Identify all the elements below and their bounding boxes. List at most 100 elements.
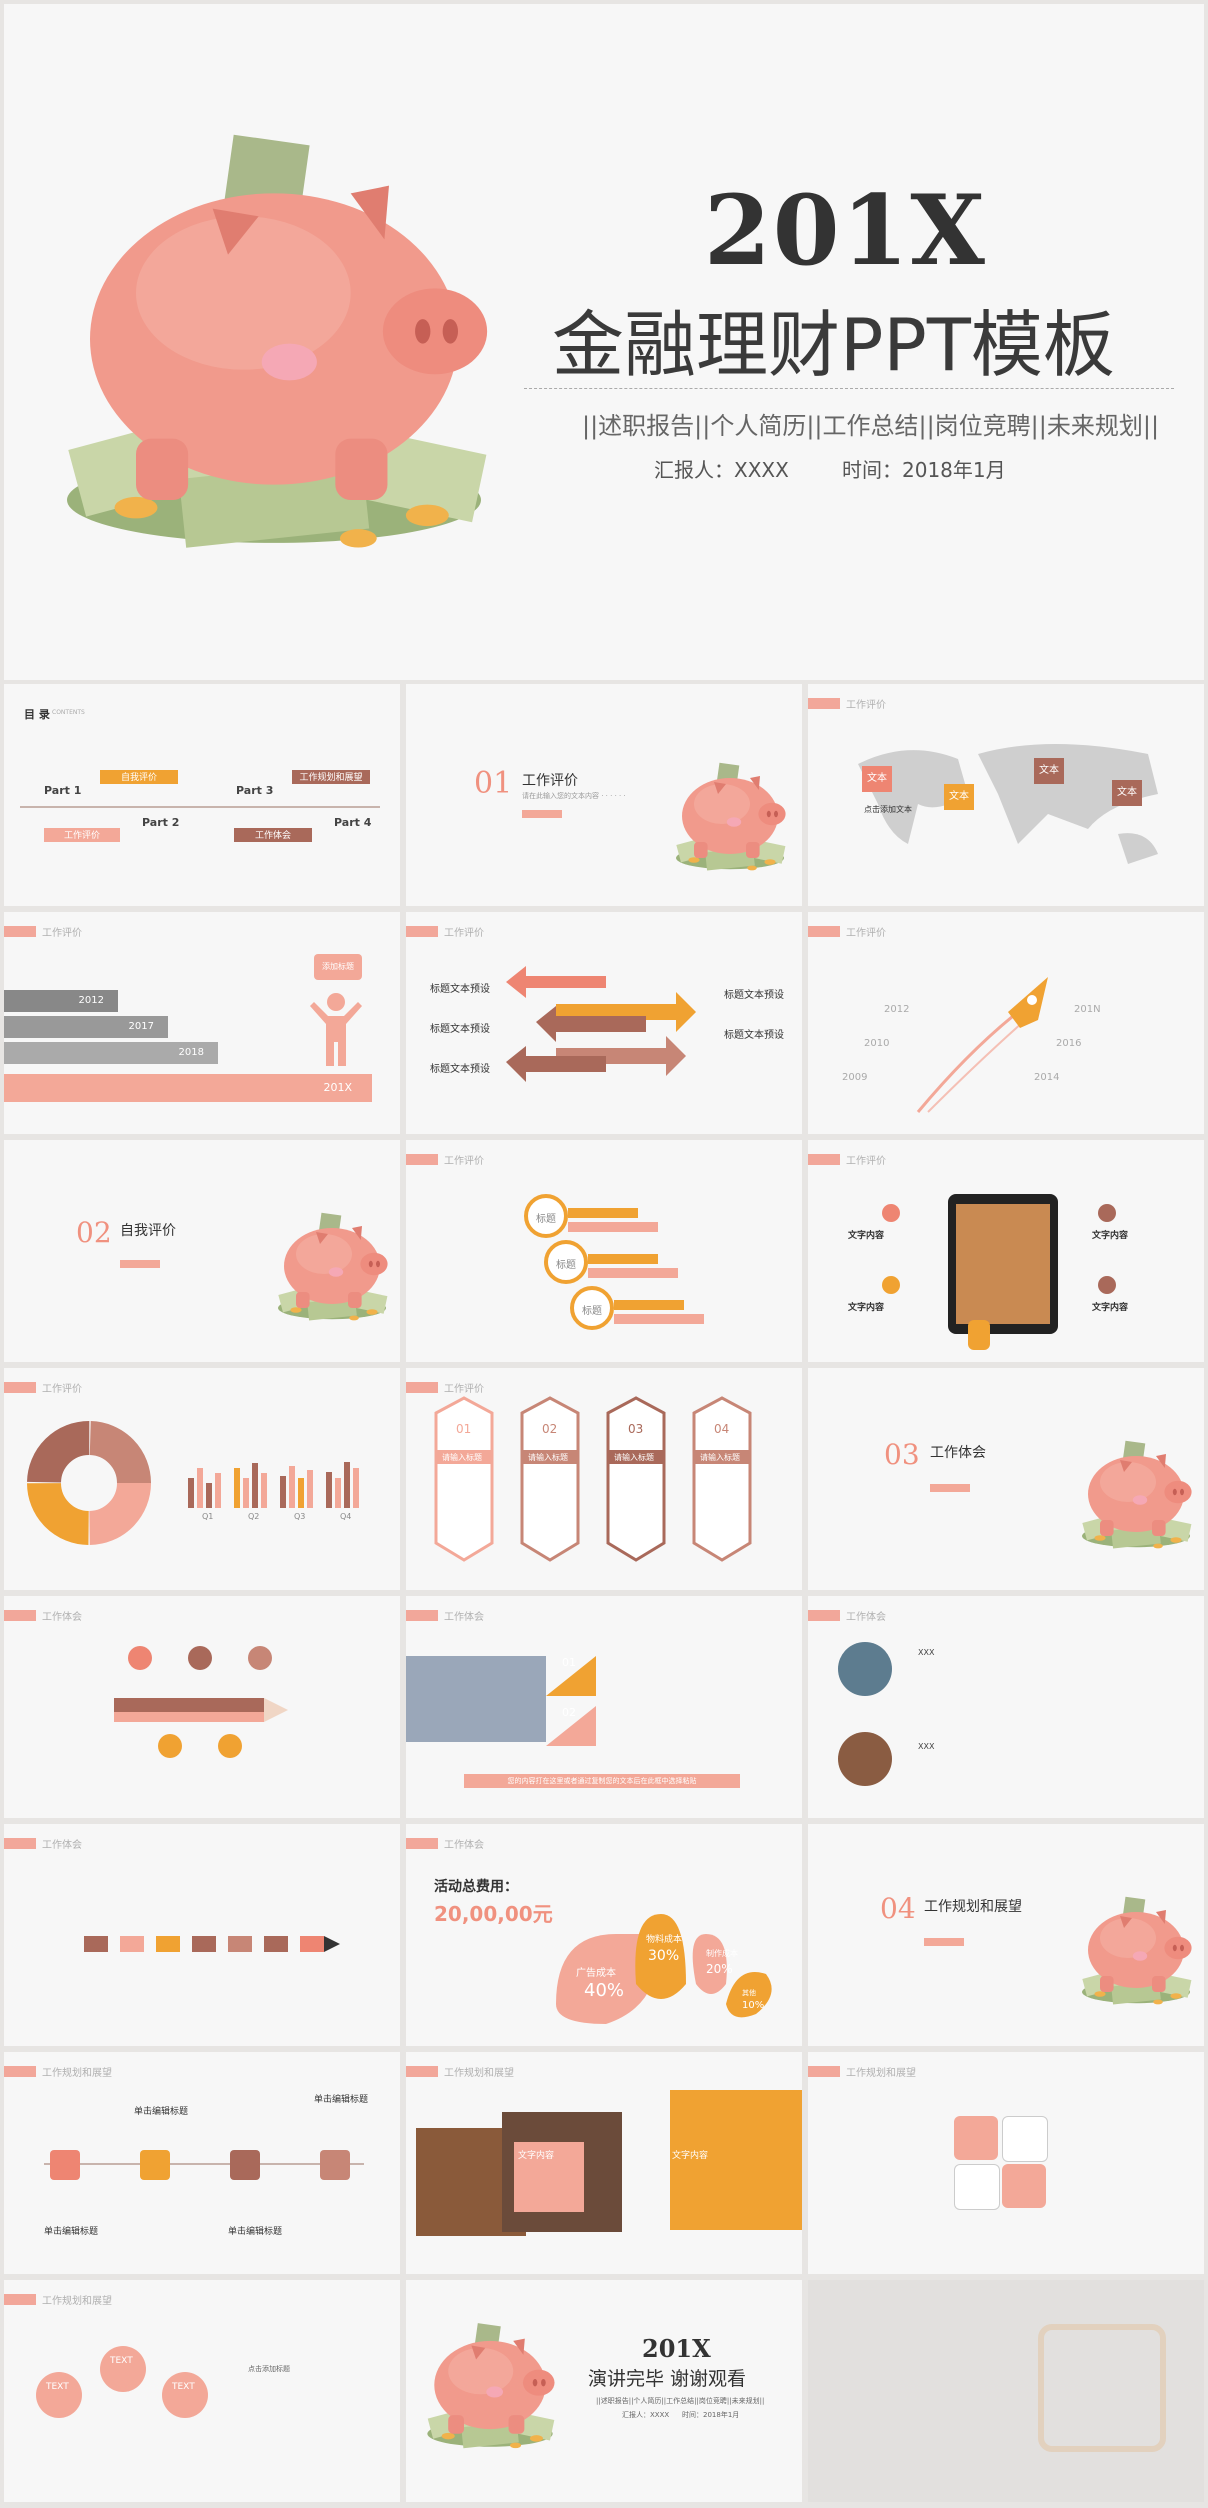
slide-tag	[808, 698, 840, 709]
cost-title: 活动总费用：	[434, 1879, 518, 1895]
toc-part-1: Part 1	[44, 784, 82, 797]
slide-tag-label: 工作体会	[444, 1840, 484, 1851]
cost-breakdown-slide[interactable]: 工作体会 活动总费用： 20,00,00元 广告成本 40% 物料成本 30% …	[406, 1824, 802, 2046]
slide-tag	[4, 1838, 36, 1849]
rocket-slide[interactable]: 工作评价 2012 2010 2009 2016 2014 201N	[808, 912, 1204, 1134]
year-bar-2012: 2012	[4, 990, 118, 1012]
photo-banner: 您的内容打在这里或者通过复制您的文本后在此框中选择粘贴	[464, 1774, 740, 1788]
rocket-year-3: 2009	[842, 1072, 868, 1083]
puzzle-piece	[954, 2116, 998, 2160]
blocks-slide[interactable]: 工作体会	[4, 1824, 400, 2046]
map-label-1: 文本	[862, 766, 892, 792]
slide-tag-label: 工作体会	[42, 1612, 82, 1623]
watermark-logo	[1038, 2324, 1166, 2452]
section-01-slide[interactable]: 01 工作评价 请在此输入您的文本内容 · · · · · ·	[406, 684, 802, 906]
user-icon[interactable]	[320, 2150, 350, 2180]
segment-name-2: 物料成本	[646, 1935, 683, 1945]
slide-tag-label: 工作评价	[42, 928, 82, 939]
home-icon[interactable]	[230, 2150, 260, 2180]
cost-amount: 20,00,00元	[434, 1902, 553, 1926]
tablet-text-2: 文字内容	[848, 1303, 885, 1313]
section-tag	[120, 1260, 160, 1268]
cover-time: 时间：2018年1月	[842, 458, 1006, 482]
slide-tag-label: 工作评价	[846, 700, 886, 711]
end-time: 时间：2018年1月	[682, 2411, 740, 2419]
years-slide[interactable]: 工作评价 2012 2017 2018 201X 添加标题	[4, 912, 400, 1134]
pencil-timeline-slide[interactable]: 工作体会	[4, 1596, 400, 1818]
toc-subtitle: CONTENTS	[52, 709, 85, 716]
arrow-right-title-1: 标题文本预设	[724, 990, 784, 1001]
circles-slide[interactable]: 工作规划和展望 TEXT TEXT TEXT 点击添加标题	[4, 2280, 400, 2502]
bullet-icon	[1098, 1276, 1116, 1294]
circle-label-3: TEXT	[172, 2382, 195, 2392]
world-map-slide[interactable]: 工作评价 文本 文本 文本 文本 点击添加文本	[808, 684, 1204, 906]
year-bar-2017: 2017	[4, 1016, 168, 1038]
photo-steps-slide[interactable]: 工作体会 01 02 您的内容打在这里或者通过复制您的文本后在此框中选择粘贴	[406, 1596, 802, 1818]
section-04-slide[interactable]: 04 工作规划和展望	[808, 1824, 1204, 2046]
slide-tag	[808, 1154, 840, 1165]
quarter-label-3: Q3	[294, 1512, 306, 1521]
hex-label-1: 请输入标题	[442, 1453, 482, 1462]
arrows-slide[interactable]: 工作评价 标题文本预设 标题文本预设 标题文本预设 标题文本预设 标题文本预设	[406, 912, 802, 1134]
rocket-year-5: 2014	[1034, 1072, 1060, 1083]
ending-slide[interactable]: 201X 演讲完毕 谢谢观看 ||述职报告||个人简历||工作总结||岗位竞聘|…	[406, 2280, 802, 2502]
piggy-bank-icon	[670, 760, 790, 872]
icon-flow-slide[interactable]: 工作规划和展望 单击编辑标题 单击编辑标题 单击编辑标题 单击编辑标题	[4, 2052, 400, 2274]
watermark-tile	[808, 2280, 1204, 2502]
hexagon-cards-slide[interactable]: 工作评价 01 02 03 04 请输入标题 请输入标题 请输入标题 请输入标题	[406, 1368, 802, 1590]
bubbles-slide[interactable]: 工作评价 标题 标题 标题	[406, 1140, 802, 1362]
text-circle	[36, 2372, 82, 2418]
toc-part-4: Part 4	[334, 816, 372, 829]
ring-diagram	[27, 1421, 151, 1545]
cover-subtitle: ||述职报告||个人简历||工作总结||岗位竞聘||未来规划||	[582, 412, 1160, 440]
tablet-slide[interactable]: 工作评价 文字内容 文字内容 文字内容 文字内容	[808, 1140, 1204, 1362]
person-icon	[310, 993, 362, 1066]
flow-line	[44, 2163, 364, 2165]
hand-icon[interactable]	[50, 2150, 80, 2180]
text-circle	[100, 2346, 146, 2392]
toc-label-4: 工作规划和展望	[292, 770, 370, 784]
hand-icon	[968, 1320, 990, 1350]
slide-tag	[406, 1610, 438, 1621]
bubble-label-3: 标题	[582, 1306, 602, 1317]
toc-label-3: 工作体会	[234, 828, 312, 842]
bubble-label-2: 标题	[556, 1260, 576, 1271]
slide-tag	[406, 1838, 438, 1849]
map-heading: 点击添加文本	[864, 805, 912, 814]
toc-title: 目 录	[24, 708, 50, 721]
tablet-text-1: 文字内容	[848, 1231, 885, 1241]
section-02-slide[interactable]: 02 自我评价	[4, 1140, 400, 1362]
puzzle-slide[interactable]: 工作规划和展望	[808, 2052, 1204, 2274]
section-title: 自我评价	[120, 1223, 176, 1239]
slide-tag-label: 工作评价	[846, 928, 886, 939]
end-subtitle: ||述职报告||个人简历||工作总结||岗位竞聘||未来规划||	[596, 2397, 765, 2405]
photo-collage-slide[interactable]: 工作规划和展望 文字内容 文字内容	[406, 2052, 802, 2274]
section-number: 01	[474, 766, 513, 801]
year-bar-2018: 2018	[4, 1042, 218, 1064]
slide-tag	[808, 1610, 840, 1621]
section-03-slide[interactable]: 03 工作体会	[808, 1368, 1204, 1590]
section-title: 工作体会	[930, 1445, 986, 1461]
tablet-screen-photo	[956, 1204, 1050, 1324]
toc-slide[interactable]: 目 录 CONTENTS Part 1 Part 2 Part 3 Part 4…	[4, 684, 400, 906]
hex-num-2: 02	[542, 1422, 558, 1436]
cover-title: 金融理财PPT模板	[552, 303, 1115, 387]
cover-slide[interactable]: 201X 金融理财PPT模板 ||述职报告||个人简历||工作总结||岗位竞聘|…	[4, 4, 1204, 680]
ring-chart-slide[interactable]: 工作评价 Q1 Q2 Q3 Q4	[4, 1368, 400, 1590]
puzzle-piece	[954, 2164, 1000, 2210]
section-number: 04	[880, 1892, 916, 1925]
year-bar-201x: 201X	[4, 1074, 372, 1102]
scissors-icon[interactable]	[140, 2150, 170, 2180]
slide-tag	[4, 2066, 36, 2077]
rocket-year-6: 201N	[1074, 1004, 1101, 1015]
segment-pct-2: 30%	[648, 1948, 680, 1964]
toc-timeline	[20, 806, 380, 808]
card-label-2: 文字内容	[672, 2151, 709, 2161]
rocket-year-4: 2016	[1056, 1038, 1082, 1049]
segment-pct-1: 40%	[584, 1980, 625, 2001]
bullet-icon	[1098, 1204, 1116, 1222]
slide-tag-label: 工作体会	[444, 1612, 484, 1623]
profiles-slide[interactable]: 工作体会 XXX XXX	[808, 1596, 1204, 1818]
quarter-label-2: Q2	[248, 1512, 260, 1521]
end-reporter: 汇报人：XXXX	[622, 2411, 670, 2419]
